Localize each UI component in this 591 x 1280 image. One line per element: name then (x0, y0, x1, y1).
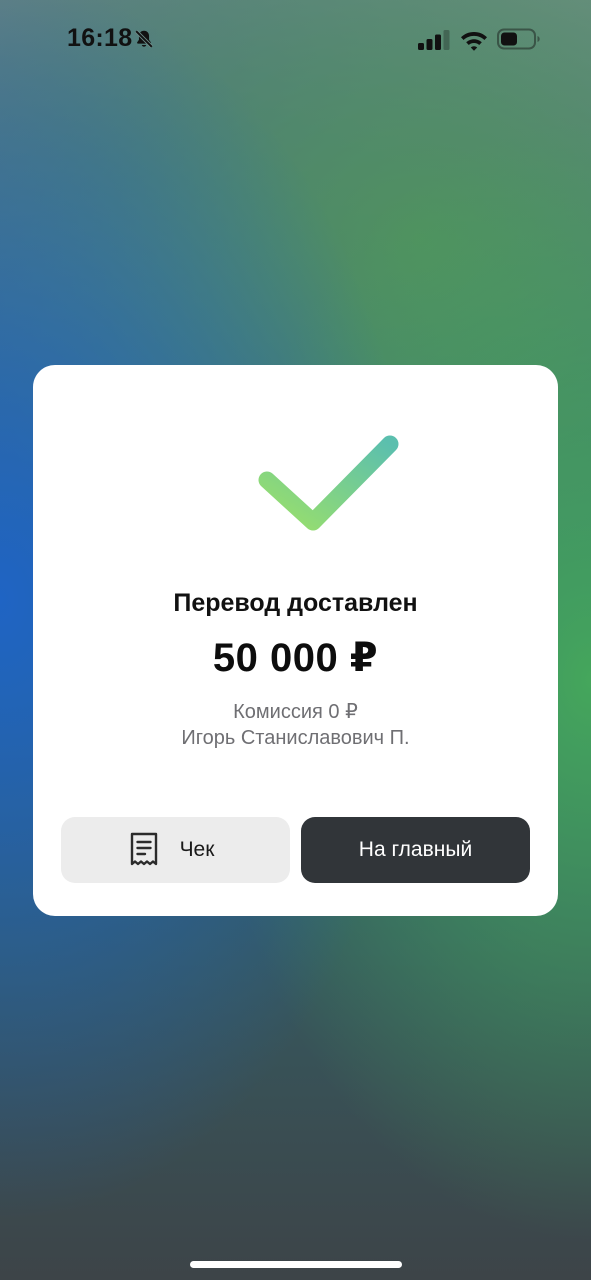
status-bar: 16:18 (0, 0, 591, 80)
receipt-button-label: Чек (179, 838, 215, 861)
cellular-signal-icon (418, 30, 450, 50)
transfer-result-card: Перевод доставлен 50 000 ₽ Комиссия 0 ₽ … (33, 365, 558, 916)
receipt-button[interactable]: Чек (61, 817, 290, 883)
wifi-icon (461, 32, 487, 51)
status-time: 16:18 (67, 24, 133, 52)
check-icon (258, 435, 399, 531)
home-button-label: На главный (358, 838, 473, 861)
transfer-fee: Комиссия 0 ₽ (233, 701, 358, 723)
home-indicator[interactable] (190, 1261, 402, 1268)
recipient-name: Игорь Станиславович П. (181, 727, 410, 749)
transfer-status-title: Перевод доставлен (173, 589, 418, 617)
bell-slash-icon (134, 29, 154, 49)
battery-icon (497, 28, 540, 50)
home-button[interactable]: На главный (301, 817, 530, 883)
receipt-icon (130, 832, 157, 866)
transfer-amount: 50 000 ₽ (212, 636, 379, 680)
